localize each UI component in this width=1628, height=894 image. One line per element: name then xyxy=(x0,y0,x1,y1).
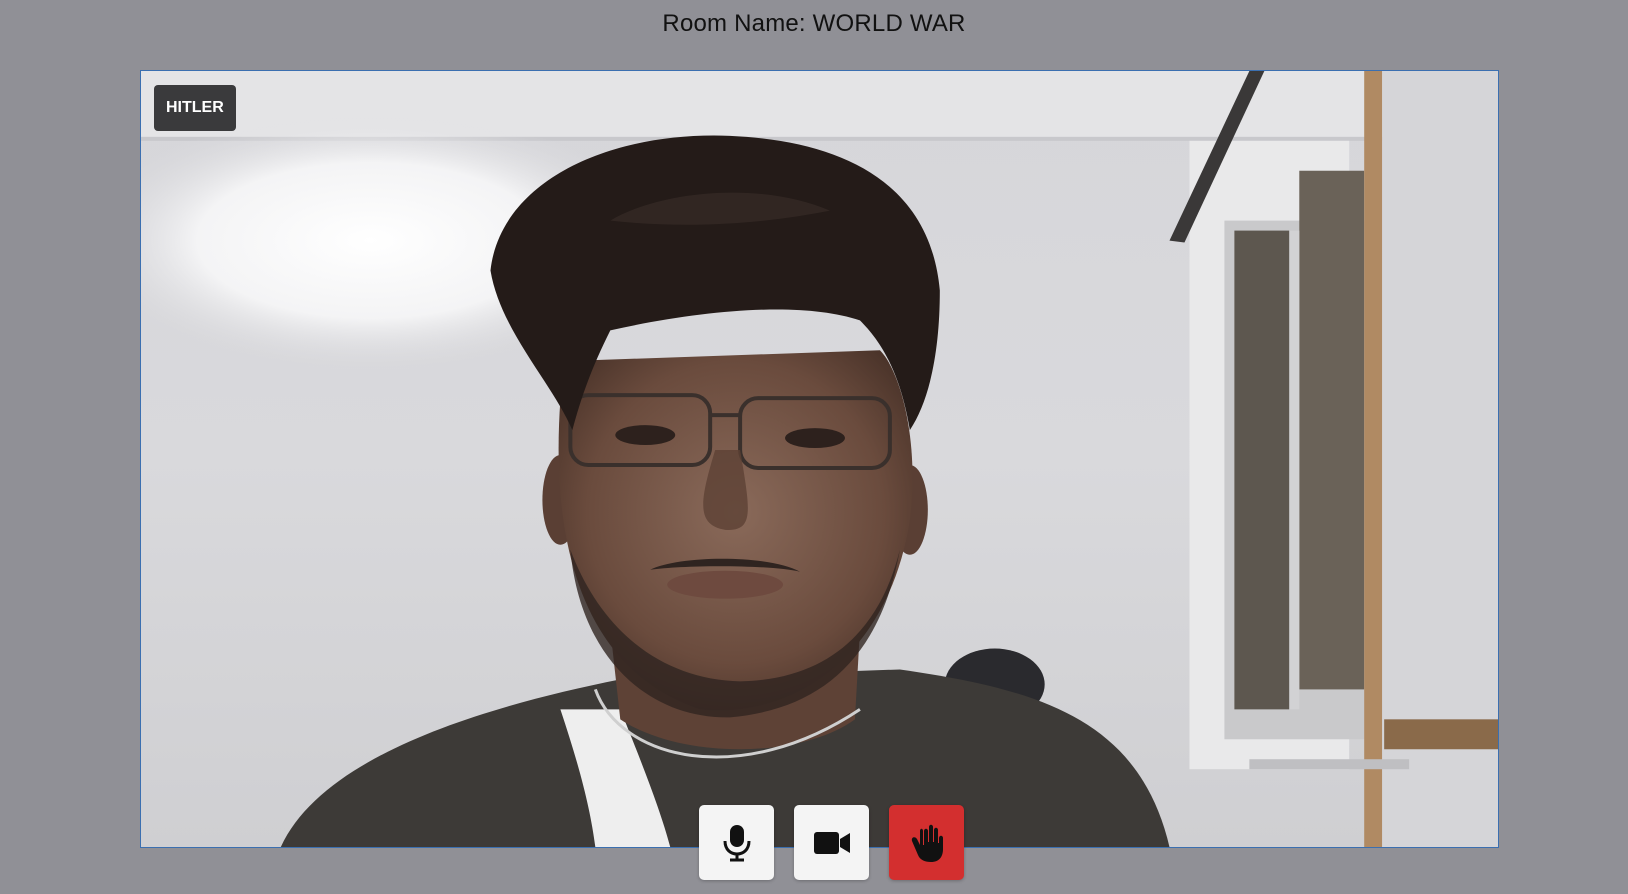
leave-call-button[interactable] xyxy=(889,805,964,880)
hand-icon xyxy=(911,824,943,862)
mic-toggle-button[interactable] xyxy=(699,805,774,880)
room-title: Room Name: WORLD WAR xyxy=(662,10,966,37)
webcam-video-feed xyxy=(141,71,1498,847)
video-camera-icon xyxy=(813,831,850,854)
camera-toggle-button[interactable] xyxy=(794,805,869,880)
participant-name-tag: HITLER xyxy=(154,85,236,131)
microphone-icon xyxy=(723,824,750,861)
call-controls xyxy=(699,805,964,880)
video-call-page: Room Name: WORLD WAR HITLER xyxy=(0,0,1628,894)
video-tile: HITLER xyxy=(140,70,1499,848)
